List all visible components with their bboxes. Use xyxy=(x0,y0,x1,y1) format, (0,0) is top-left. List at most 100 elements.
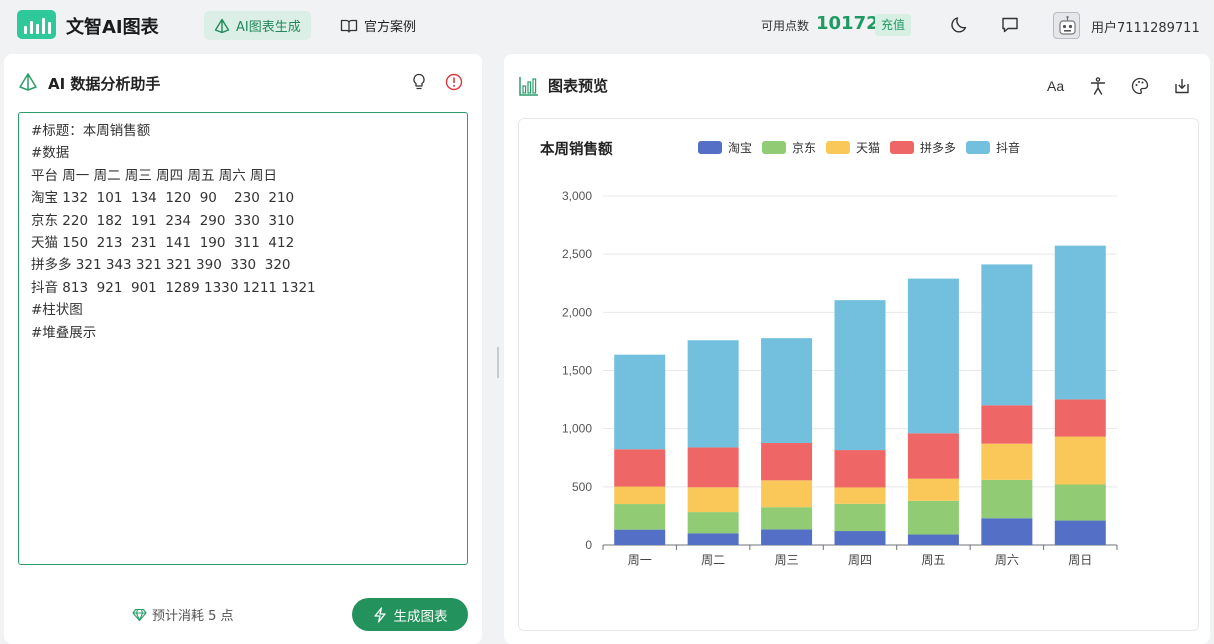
bar-segment xyxy=(687,512,739,534)
bar-segment xyxy=(981,518,1033,545)
legend-swatch xyxy=(826,141,850,154)
accessibility-icon[interactable] xyxy=(1088,76,1108,96)
bar-segment xyxy=(981,264,1033,406)
legend-label: 抖音 xyxy=(996,140,1020,155)
bar-segment xyxy=(981,405,1033,444)
legend-label: 天猫 xyxy=(856,141,880,155)
points-value: 10172 xyxy=(816,13,879,34)
bar-segment xyxy=(1054,436,1106,485)
prompt-line: 天猫 150 213 231 141 190 311 412 xyxy=(31,234,295,251)
x-tick-label: 周日 xyxy=(1068,553,1092,567)
palette-icon[interactable] xyxy=(1130,76,1150,96)
prompt-line: 拼多多 321 343 321 321 390 330 320 xyxy=(31,257,291,274)
bar-segment xyxy=(834,531,886,545)
bar-segment xyxy=(907,500,959,535)
chart-card: 本周销售额 淘宝 京东 天猫 拼多多 抖音 0 500 1,000 1,500 2,000 2,500… xyxy=(518,118,1199,631)
book-icon xyxy=(340,19,358,33)
username[interactable]: 用户7111289711 xyxy=(1091,17,1200,36)
x-tick-label: 周三 xyxy=(775,553,799,567)
tab-official-cases[interactable]: 官方案例 xyxy=(330,11,426,40)
y-tick-label: 500 xyxy=(572,480,592,494)
top-bar: 文智AI图表 AI图表生成 官方案例 可用点数 10172 充值 用户71112… xyxy=(0,0,1214,50)
alert-icon[interactable] xyxy=(444,72,464,92)
y-tick-label: 1,000 xyxy=(562,422,592,436)
app-logo xyxy=(17,10,56,39)
y-tick-label: 2,500 xyxy=(562,247,592,261)
legend-swatch xyxy=(890,141,914,154)
prompt-line: 京东 220 182 191 234 290 330 310 xyxy=(31,212,295,229)
bar-segment xyxy=(907,534,959,545)
x-tick-label: 周二 xyxy=(701,553,725,567)
prompt-line: #标题：本周销售额 xyxy=(31,123,151,139)
points-label: 可用点数 xyxy=(761,19,810,33)
pyramid-icon xyxy=(214,18,230,33)
bar-segment xyxy=(614,504,666,530)
diamond-icon xyxy=(132,608,147,621)
avatar[interactable] xyxy=(1053,12,1080,39)
prompt-input[interactable]: #标题：本周销售额 #数据 平台 周一 周二 周三 周四 周五 周六 周日 淘宝… xyxy=(18,112,468,565)
bar-segment xyxy=(907,433,959,479)
bar-chart-icon xyxy=(519,77,538,96)
legend-swatch xyxy=(698,141,722,154)
prompt-line: #数据 xyxy=(31,145,70,162)
x-tick-label: 周五 xyxy=(921,553,945,567)
assistant-title: AI 数据分析助手 xyxy=(48,75,161,93)
bar-segment xyxy=(761,507,813,530)
bar-segment xyxy=(981,479,1033,519)
lightning-icon xyxy=(373,606,386,623)
bar-segment xyxy=(761,529,813,545)
chart-title: 本周销售额 xyxy=(540,140,613,158)
bar-segment xyxy=(614,529,666,545)
bar-segment xyxy=(614,486,666,505)
bar-segment xyxy=(834,503,886,532)
panel-resize-handle[interactable] xyxy=(497,347,499,378)
message-icon[interactable] xyxy=(1000,15,1020,35)
prompt-line: #柱状图 xyxy=(31,302,83,319)
bar-segment xyxy=(1054,245,1106,400)
legend-label: 淘宝 xyxy=(728,141,752,155)
bar-segment xyxy=(834,300,886,451)
prompt-line: 平台 周一 周二 周三 周四 周五 周六 周日 xyxy=(31,167,278,184)
bar-segment xyxy=(761,480,813,508)
download-icon[interactable] xyxy=(1172,76,1192,96)
prompt-line: #堆叠展示 xyxy=(31,324,97,341)
moon-icon[interactable] xyxy=(950,15,970,35)
font-icon[interactable]: Aa xyxy=(1046,76,1068,96)
legend-swatch xyxy=(966,141,990,154)
prompt-line: 抖音 813 921 901 1289 1330 1211 1321 xyxy=(31,279,316,296)
robot-avatar-icon xyxy=(1059,16,1076,35)
y-tick-label: 3,000 xyxy=(562,189,592,203)
chart-preview-panel: 图表预览 Aa 本周销售额 淘宝 京东 天猫 拼多多 抖音 0 500 1,000 1,500 2,… xyxy=(504,54,1210,644)
lightbulb-icon[interactable] xyxy=(409,72,429,92)
x-tick-label: 周六 xyxy=(995,553,1019,567)
legend-label: 京东 xyxy=(792,141,816,155)
bar-segment xyxy=(834,450,886,488)
bar-segment xyxy=(907,278,959,434)
recharge-button[interactable]: 充值 xyxy=(875,14,912,36)
stacked-bar-chart: 本周销售额 淘宝 京东 天猫 拼多多 抖音 0 500 1,000 1,500 2,000 2,500… xyxy=(540,140,1118,567)
chart-preview-title: 图表预览 xyxy=(548,77,609,95)
bar-segment xyxy=(761,338,813,443)
tab-official-cases-label: 官方案例 xyxy=(364,20,417,35)
y-tick-label: 1,500 xyxy=(562,364,592,378)
bar-segment xyxy=(761,442,813,481)
app-title: 文智AI图表 xyxy=(66,17,159,38)
bar-segment xyxy=(687,487,739,513)
y-tick-label: 0 xyxy=(585,538,592,552)
bar-segment xyxy=(614,449,666,487)
bar-segment xyxy=(1054,484,1106,521)
generate-chart-button[interactable]: 生成图表 xyxy=(352,598,468,631)
bar-segment xyxy=(687,533,739,545)
cost-estimate: 预计消耗 5 点 xyxy=(132,605,234,624)
svg-text:Aa: Aa xyxy=(1047,78,1064,94)
bar-segment xyxy=(687,447,739,488)
pyramid-icon xyxy=(19,73,37,91)
tab-ai-chart-label: AI图表生成 xyxy=(236,20,301,35)
cost-text: 预计消耗 5 点 xyxy=(152,609,234,624)
bar-segment xyxy=(1054,520,1106,545)
x-tick-label: 周四 xyxy=(848,553,872,567)
tab-ai-chart[interactable]: AI图表生成 xyxy=(204,11,311,40)
bar-segment xyxy=(614,354,666,450)
y-tick-label: 2,000 xyxy=(562,305,592,319)
generate-chart-label: 生成图表 xyxy=(393,608,448,625)
